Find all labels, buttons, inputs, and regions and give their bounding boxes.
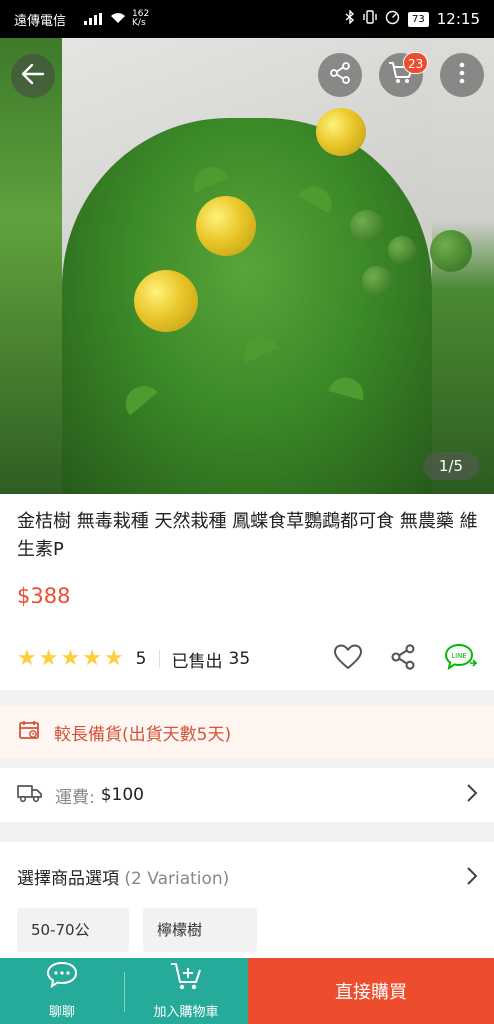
product-title: 金桔樹 無毒栽種 天然栽種 鳳蝶食草鸚鵡都可食 無農藥 維生素P [17,511,478,560]
variation-option[interactable]: 檸檬樹35~... [143,908,257,983]
variation-header: 選擇商品選項 (2 Variation) [17,864,229,889]
svg-text:LINE: LINE [451,652,467,660]
star-icon: ★ [82,646,102,671]
share-button[interactable] [318,53,362,97]
sold-label: 已售出 [171,651,223,672]
kumquat-fruit [134,270,198,332]
product-image-carousel[interactable] [0,38,494,494]
clock: 12:15 [436,10,480,28]
battery-indicator: 73 [408,11,429,27]
chat-icon [45,961,79,993]
chevron-right-icon [466,866,478,890]
star-icon: ★ [17,646,37,671]
divider [158,650,160,668]
preorder-notice-text: 較長備貨(出貨天數5天) [54,724,232,745]
buy-now-label: 直接購買 [335,982,407,1003]
truck-icon [17,783,43,807]
variation-option[interactable]: 50-70公分... [17,908,129,983]
network-speed: 162 K/s [132,10,149,28]
shipping-label: 運費: [55,787,95,808]
variation-subtitle: (2 Variation) [124,869,230,889]
share-icon [328,61,352,89]
variation-title: 選擇商品選項 [17,869,119,889]
share-icon [391,644,415,670]
prev-image-peek [0,38,62,494]
star-icon: ★ [103,646,124,671]
plant-foliage [62,118,432,494]
bottom-action-bar: 聊聊 加入購物車 直接購買 [0,958,494,1024]
line-share-button[interactable]: LINE [443,643,478,675]
green-fruit [430,230,472,272]
buy-now-button[interactable]: 直接購買 [248,958,494,1024]
cart-count-badge: 23 [403,52,429,74]
section-gap [0,690,494,706]
status-right: 73 12:15 [345,9,480,29]
data-saver-icon [385,10,400,29]
calendar-icon [18,719,40,745]
add-to-cart-label: 加入購物車 [153,1005,219,1020]
bottom-bar-left: 聊聊 加入購物車 [0,958,248,1024]
star-icon: ★ [60,646,81,671]
rating-stars: ★ ★ ★ ★ ★ [17,648,124,670]
green-fruit [362,266,392,296]
rating-value: 5 [135,649,147,669]
variation-section[interactable]: 選擇商品選項 (2 Variation) 50-70公分... 檸檬樹35~..… [0,842,494,983]
back-button[interactable] [11,54,55,98]
back-arrow-icon [21,63,45,89]
add-to-cart-icon [169,961,203,995]
divider [124,972,125,1012]
line-share-icon: LINE [444,643,478,671]
section-gap [0,758,494,768]
section-gap [0,822,494,842]
wifi-icon [110,12,126,27]
share-product-button[interactable] [389,643,417,675]
carrier-name: 遠傳電信 [14,13,67,29]
kumquat-fruit [316,108,366,156]
add-to-cart-button[interactable]: 加入購物車 [124,958,248,1024]
vibrate-icon [363,10,377,28]
chevron-right-icon [466,783,478,807]
star-icon: ★ [38,646,59,671]
status-bar: 遠傳電信 162 K/s 73 12:15 [0,0,494,38]
chat-label: 聊聊 [48,1005,75,1020]
bluetooth-icon [345,9,355,28]
product-price: $388 [17,584,71,608]
signal-icon [84,13,103,25]
heart-icon [334,644,362,669]
chat-button[interactable]: 聊聊 [0,958,124,1024]
kumquat-fruit [196,196,256,256]
green-fruit [350,210,384,242]
product-actions: LINE [333,643,478,675]
green-fruit [388,236,416,264]
sold-count: 35 [228,649,251,669]
shipping-fee: $100 [100,785,144,805]
more-options-button[interactable] [440,53,484,97]
shipping-row[interactable]: 運費: $100 [0,768,494,822]
more-vertical-icon [459,62,465,88]
image-counter: 1/5 [423,452,479,480]
preorder-notice: 較長備貨(出貨天數5天) [0,706,494,758]
network-speed-unit: K/s [132,18,146,28]
rating-row: ★ ★ ★ ★ ★ 5 已售出 35 LINE [17,643,478,675]
like-button[interactable] [333,644,363,674]
